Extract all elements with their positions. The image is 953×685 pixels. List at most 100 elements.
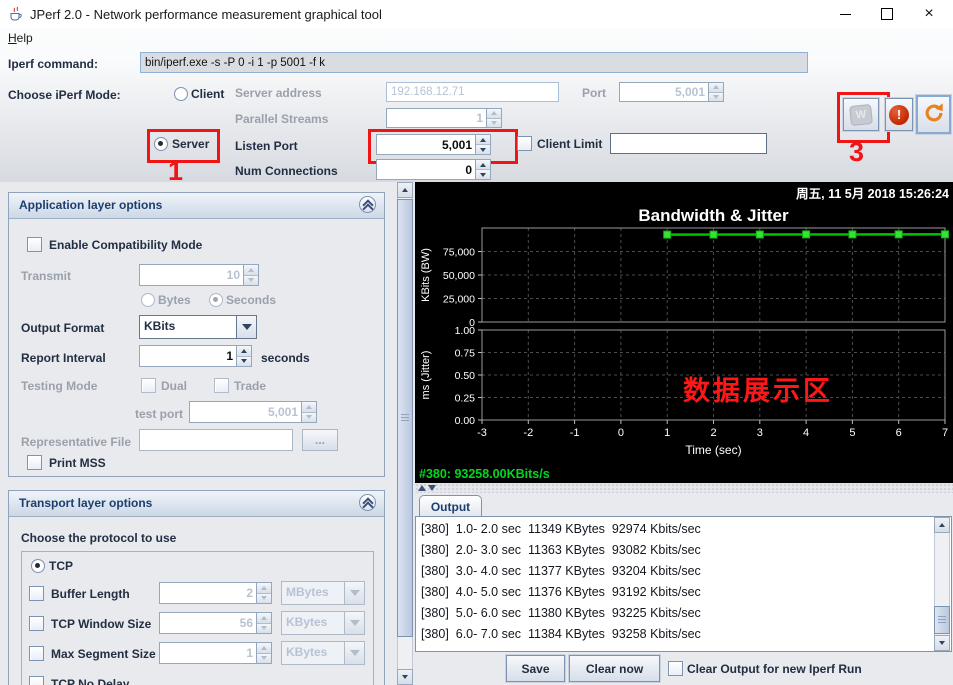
buffer-length-unit-combo: MBytes: [281, 581, 365, 605]
collapse-button[interactable]: [359, 196, 376, 213]
divider-up-icon[interactable]: [418, 485, 426, 491]
maximize-button[interactable]: [868, 3, 906, 25]
iperf-command-input[interactable]: bin/iperf.exe -s -P 0 -i 1 -p 5001 -f k: [140, 52, 808, 73]
spinner-up-button: [257, 583, 271, 593]
browse-file-button[interactable]: ...: [302, 429, 338, 451]
svg-text:1: 1: [664, 427, 670, 439]
client-limit-checkbox[interactable]: [517, 136, 532, 151]
num-connections-spinner: 0: [376, 159, 491, 180]
report-interval-label: Report Interval: [21, 351, 106, 365]
tcp-window-size-value: 56: [159, 612, 257, 634]
scroll-up-button[interactable]: [934, 517, 950, 533]
chevron-down-icon: [350, 620, 360, 626]
spinner-up-button[interactable]: [476, 160, 490, 169]
svg-text:周五, 11 5月 2018 15:26:24: 周五, 11 5月 2018 15:26:24: [796, 187, 949, 201]
spinner-down-button: [709, 92, 723, 102]
trade-label: Trade: [234, 379, 266, 393]
collapse-button[interactable]: [359, 494, 376, 511]
save-button[interactable]: Save: [506, 655, 565, 682]
application-layer-title: Application layer options: [19, 198, 162, 212]
stop-iperf-button[interactable]: !: [885, 98, 913, 131]
num-connections-label: Num Connections: [235, 164, 338, 178]
spinner-up-button[interactable]: [476, 135, 490, 144]
client-radio[interactable]: [174, 87, 188, 101]
arrow-up-icon: [939, 523, 945, 527]
clear-output-checkbox[interactable]: [668, 661, 683, 676]
buffer-length-spinner: 2: [159, 582, 272, 604]
enable-compatibility-checkbox[interactable]: [27, 237, 42, 252]
spinner-down-button: [487, 118, 501, 128]
scrollbar-thumb[interactable]: [934, 606, 950, 634]
output-line: [380] 1.0- 2.0 sec 11349 KBytes 92974 Kb…: [416, 519, 951, 540]
print-mss-label: Print MSS: [49, 456, 106, 470]
output-format-combo[interactable]: KBits: [139, 315, 257, 339]
scroll-up-button[interactable]: [397, 182, 413, 198]
divider-down-icon[interactable]: [428, 485, 436, 491]
svg-text:25,000: 25,000: [443, 294, 475, 306]
server-radio-label: Server: [172, 137, 209, 151]
svg-text:0.50: 0.50: [455, 370, 476, 382]
transmit-label: Transmit: [21, 269, 71, 283]
output-line: [380] 3.0- 4.0 sec 11377 KBytes 93204 Kb…: [416, 561, 951, 582]
test-port-value: 5,001: [189, 401, 302, 423]
spinner-up-button: [302, 402, 316, 412]
spinner-down-button[interactable]: [476, 169, 490, 179]
server-radio[interactable]: [154, 137, 168, 151]
scroll-down-button[interactable]: [934, 635, 950, 651]
output-format-value: KBits: [140, 316, 236, 338]
svg-text:-1: -1: [570, 427, 580, 439]
spinner-down-button[interactable]: [476, 144, 490, 154]
restart-iperf-button[interactable]: [916, 95, 951, 134]
port-value: 5,001: [619, 82, 709, 102]
svg-text:KBits (BW): KBits (BW): [420, 248, 432, 302]
svg-text:5: 5: [849, 427, 855, 439]
print-mss-checkbox[interactable]: [27, 455, 42, 470]
max-segment-size-unit: KBytes: [282, 642, 344, 664]
split-divider[interactable]: [415, 483, 953, 493]
scrollbar-thumb[interactable]: [397, 199, 413, 637]
tab-output[interactable]: Output: [419, 495, 482, 517]
transmit-value: 10: [139, 264, 244, 286]
report-interval-value[interactable]: 1: [139, 345, 237, 367]
tcp-radio[interactable]: [31, 559, 45, 573]
num-connections-value[interactable]: 0: [376, 159, 476, 180]
svg-text:6: 6: [896, 427, 902, 439]
tcp-window-size-checkbox[interactable]: [29, 616, 44, 631]
spinner-down-button[interactable]: [237, 356, 251, 367]
buffer-length-value: 2: [159, 582, 257, 604]
buffer-length-checkbox[interactable]: [29, 586, 44, 601]
bandwidth-jitter-chart: 75,00050,00025,0000KBits (BW)1.000.750.5…: [415, 182, 953, 483]
output-line: [380] 4.0- 5.0 sec 11376 KBytes 93192 Kb…: [416, 582, 951, 603]
spinner-down-button: [257, 593, 271, 604]
tcp-no-delay-checkbox[interactable]: [29, 676, 44, 685]
svg-text:Bandwidth & Jitter: Bandwidth & Jitter: [638, 206, 789, 225]
max-segment-size-checkbox[interactable]: [29, 646, 44, 661]
scroll-down-button[interactable]: [397, 669, 413, 685]
client-radio-label: Client: [191, 87, 224, 101]
dual-checkbox: [141, 378, 156, 393]
jperf-window: JPerf 2.0 - Network performance measurem…: [0, 0, 953, 685]
transport-layer-panel: Transport layer options Choose the proto…: [8, 490, 385, 685]
clear-now-button[interactable]: Clear now: [569, 655, 660, 682]
report-interval-unit-label: seconds: [261, 351, 310, 365]
port-spinner: 5,001: [619, 82, 724, 102]
listen-port-value[interactable]: 5,001: [376, 134, 476, 155]
application-layer-panel: Application layer options Enable Compati…: [8, 192, 385, 477]
spinner-up-button[interactable]: [237, 346, 251, 356]
run-iperf-button[interactable]: W: [843, 98, 879, 131]
output-textarea[interactable]: [380] 1.0- 2.0 sec 11349 KBytes 92974 Kb…: [415, 516, 952, 652]
representative-file-input[interactable]: [139, 429, 293, 451]
close-icon: ×: [924, 5, 933, 23]
listen-port-label: Listen Port: [235, 139, 298, 153]
tcp-window-size-unit: KBytes: [282, 612, 344, 634]
close-button[interactable]: ×: [910, 3, 948, 25]
client-limit-input[interactable]: [610, 133, 767, 154]
svg-text:-3: -3: [477, 427, 487, 439]
combo-arrow-button[interactable]: [236, 316, 256, 338]
svg-text:0.75: 0.75: [455, 348, 476, 360]
menu-help[interactable]: Help: [8, 31, 33, 45]
chevron-down-icon: [350, 590, 360, 596]
tcp-window-size-unit-combo: KBytes: [281, 611, 365, 635]
minimize-button[interactable]: [826, 3, 864, 25]
parallel-streams-label: Parallel Streams: [235, 112, 328, 126]
